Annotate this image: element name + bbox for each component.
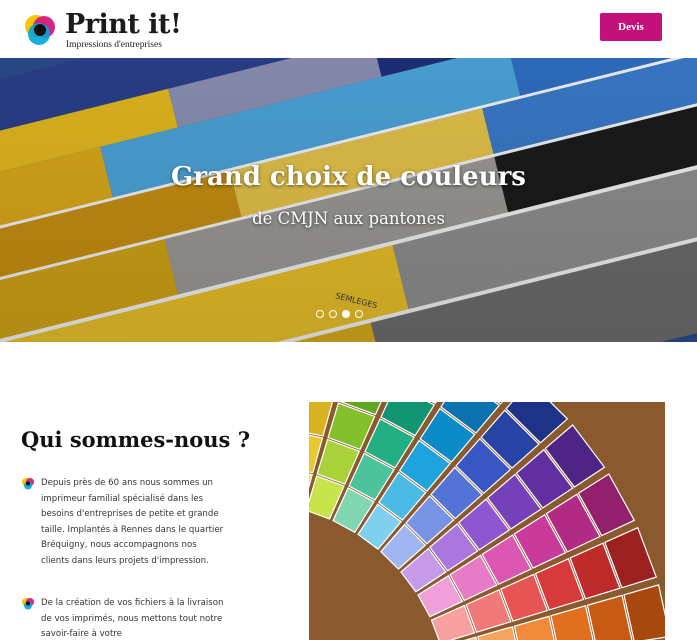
about-paragraph-text: De la création de vos fichiers à la livr… xyxy=(41,598,224,640)
pantone-fan-image xyxy=(309,402,665,640)
about-title: Qui sommes-nous ? xyxy=(21,427,251,452)
carousel-dot-4[interactable] xyxy=(355,310,363,318)
cmyk-bullet-icon xyxy=(22,478,34,490)
logo-subtitle: Impressions d'entreprises xyxy=(66,40,162,50)
site-header: Print it! Impressions d'entreprises Devi… xyxy=(0,0,697,58)
about-paragraph: Depuis près de 60 ans nous sommes un imp… xyxy=(21,476,223,586)
carousel-dots xyxy=(316,310,363,318)
logo[interactable]: Print it! Impressions d'entreprises xyxy=(21,9,182,52)
carousel-dot-1[interactable] xyxy=(316,310,324,318)
about-paragraph: De la création de vos fichiers à la livr… xyxy=(21,596,223,640)
logo-title: Print it! xyxy=(65,9,182,40)
carousel-dot-3[interactable] xyxy=(342,310,350,318)
hero-subtitle: de CMJN aux pantones xyxy=(252,209,445,228)
about-paragraph-text: Depuis près de 60 ans nous sommes un imp… xyxy=(41,478,224,566)
carousel-dot-2[interactable] xyxy=(329,310,337,318)
devis-button[interactable]: Devis xyxy=(600,13,662,41)
cmyk-logo-icon xyxy=(25,15,55,45)
pantone-fan-graphic xyxy=(309,402,665,640)
hero-image: SEMLEGES xyxy=(0,58,697,342)
hero-title: Grand choix de couleurs xyxy=(171,162,526,192)
cmyk-bullet-icon xyxy=(22,598,34,610)
hero-carousel: SEMLEGES Grand choix de couleurs de CMJN… xyxy=(0,58,697,342)
